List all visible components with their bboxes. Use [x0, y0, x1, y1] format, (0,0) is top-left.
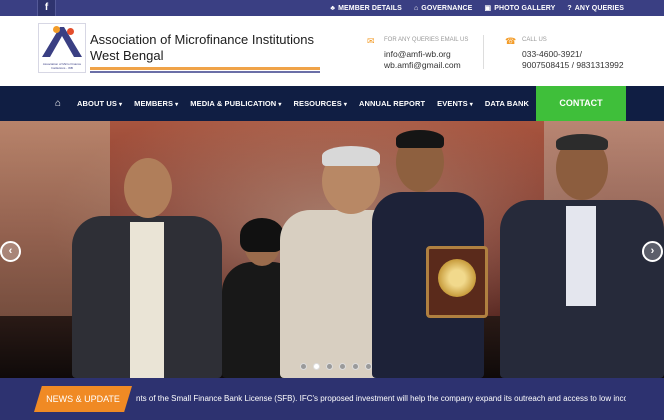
email-secondary[interactable]: wb.amfi@gmail.com: [384, 60, 461, 70]
slider-dot[interactable]: [300, 363, 307, 370]
slider-dot[interactable]: [365, 363, 372, 370]
slider-dot[interactable]: [339, 363, 346, 370]
nav-item-label: MEMBERS: [134, 99, 174, 108]
person-head: [124, 158, 172, 218]
envelope-icon: ✉: [367, 36, 375, 46]
phone-icon: ☎: [505, 36, 517, 46]
chevron-down-icon: ▾: [343, 102, 347, 108]
any-queries-link[interactable]: ? ANY QUERIES: [567, 5, 624, 12]
member-details-link[interactable]: ♣ MEMBER DETAILS: [330, 5, 402, 12]
image-icon: ▣: [484, 5, 492, 12]
nav-item-about-us[interactable]: ABOUT US ▾: [77, 99, 122, 108]
slider-dot[interactable]: [313, 363, 320, 370]
award-medallion: [438, 259, 476, 297]
person-hair: [322, 146, 380, 166]
org-name-line1: Association of Microfinance Institutions: [90, 32, 314, 47]
email-primary[interactable]: info@amfi-wb.org: [384, 49, 451, 59]
slider-prev-button[interactable]: ‹: [0, 241, 21, 262]
top-links: ♣ MEMBER DETAILS ⌂ GOVERNANCE ▣ PHOTO GA…: [330, 0, 624, 16]
member-details-label: MEMBER DETAILS: [338, 4, 402, 12]
nav-item-resources[interactable]: RESOURCES ▾: [293, 99, 347, 108]
facebook-icon[interactable]: f: [37, 0, 56, 16]
news-ticker-text[interactable]: nts of the Small Finance Bank License (S…: [136, 378, 626, 420]
building-icon: ⌂: [413, 4, 419, 12]
user-icon: ♣: [330, 4, 336, 12]
slider-next-button[interactable]: ›: [642, 241, 663, 262]
photo-gallery-link[interactable]: ▣ PHOTO GALLERY: [484, 4, 556, 13]
nav-item-label: MEDIA & PUBLICATION: [190, 99, 277, 108]
person-shirt: [130, 222, 164, 378]
nav-items: ABOUT US ▾ MEMBERS ▾ MEDIA & PUBLICATION ▾ …: [77, 86, 529, 121]
contact-button[interactable]: CONTACT: [536, 86, 626, 121]
logo-tagline: Association of Micro Finance Institution…: [42, 62, 82, 70]
person-hair: [556, 134, 608, 150]
nav-item-members[interactable]: MEMBERS ▾: [134, 99, 178, 108]
person-shirt: [566, 206, 596, 306]
phone-primary[interactable]: 033-4600-3921/: [522, 49, 582, 59]
person-hair: [240, 218, 284, 252]
title-underline-orange: [90, 67, 320, 70]
amfi-logo[interactable]: Association of Micro Finance Institution…: [38, 23, 86, 73]
top-bar: f ♣ MEMBER DETAILS ⌂ GOVERNANCE ▣ PHOTO …: [0, 0, 664, 16]
slider-dot[interactable]: [326, 363, 333, 370]
news-ticker-bar: NEWS & UPDATE nts of the Small Finance B…: [0, 378, 664, 420]
main-nav: ⌂ ABOUT US ▾ MEMBERS ▾ MEDIA & PUBLICATION…: [0, 86, 664, 121]
org-name-line2: West Bengal: [90, 48, 164, 63]
logo-figure-red: [67, 28, 74, 35]
nav-item-media-publication[interactable]: MEDIA & PUBLICATION ▾: [190, 99, 281, 108]
question-icon: ?: [567, 4, 572, 12]
governance-link[interactable]: ⌂ GOVERNANCE: [414, 5, 473, 12]
email-label: FOR ANY QUERIES EMAIL US: [384, 37, 469, 43]
award-plaque: [426, 246, 488, 318]
governance-label: GOVERNANCE: [421, 4, 473, 12]
news-update-tag[interactable]: NEWS & UPDATE: [34, 386, 132, 412]
call-label: CALL US: [522, 37, 547, 43]
nav-item-label: EVENTS: [437, 99, 468, 108]
nav-item-label: RESOURCES: [293, 99, 342, 108]
org-name[interactable]: Association of Microfinance Institutions…: [90, 32, 330, 64]
any-queries-label: ANY QUERIES: [574, 4, 624, 12]
chevron-down-icon: ▾: [118, 102, 123, 108]
contact-divider: [483, 35, 484, 69]
slider-pagination: [300, 363, 372, 370]
phone-secondary[interactable]: 9007508415 / 9831313992: [522, 60, 624, 70]
nav-item-annual-report[interactable]: ANNUAL REPORT: [359, 99, 425, 108]
logo-figure-orange: [53, 26, 60, 33]
logo-mark: [42, 27, 82, 57]
slider-dot[interactable]: [352, 363, 359, 370]
nav-item-label: ABOUT US: [77, 99, 117, 108]
nav-item-events[interactable]: EVENTS ▾: [437, 99, 473, 108]
nav-item-label: ANNUAL REPORT: [359, 99, 426, 108]
chevron-down-icon: ▾: [469, 102, 473, 108]
nav-item-label: DATA BANK: [484, 99, 529, 108]
chevron-down-icon: ▾: [278, 102, 282, 108]
chevron-down-icon: ▾: [175, 102, 179, 108]
person-hair: [396, 130, 444, 148]
home-icon[interactable]: ⌂: [52, 86, 64, 121]
title-underline-navy: [90, 71, 320, 73]
nav-item-data-bank[interactable]: DATA BANK: [485, 99, 529, 108]
photo-gallery-label: PHOTO GALLERY: [494, 4, 556, 12]
